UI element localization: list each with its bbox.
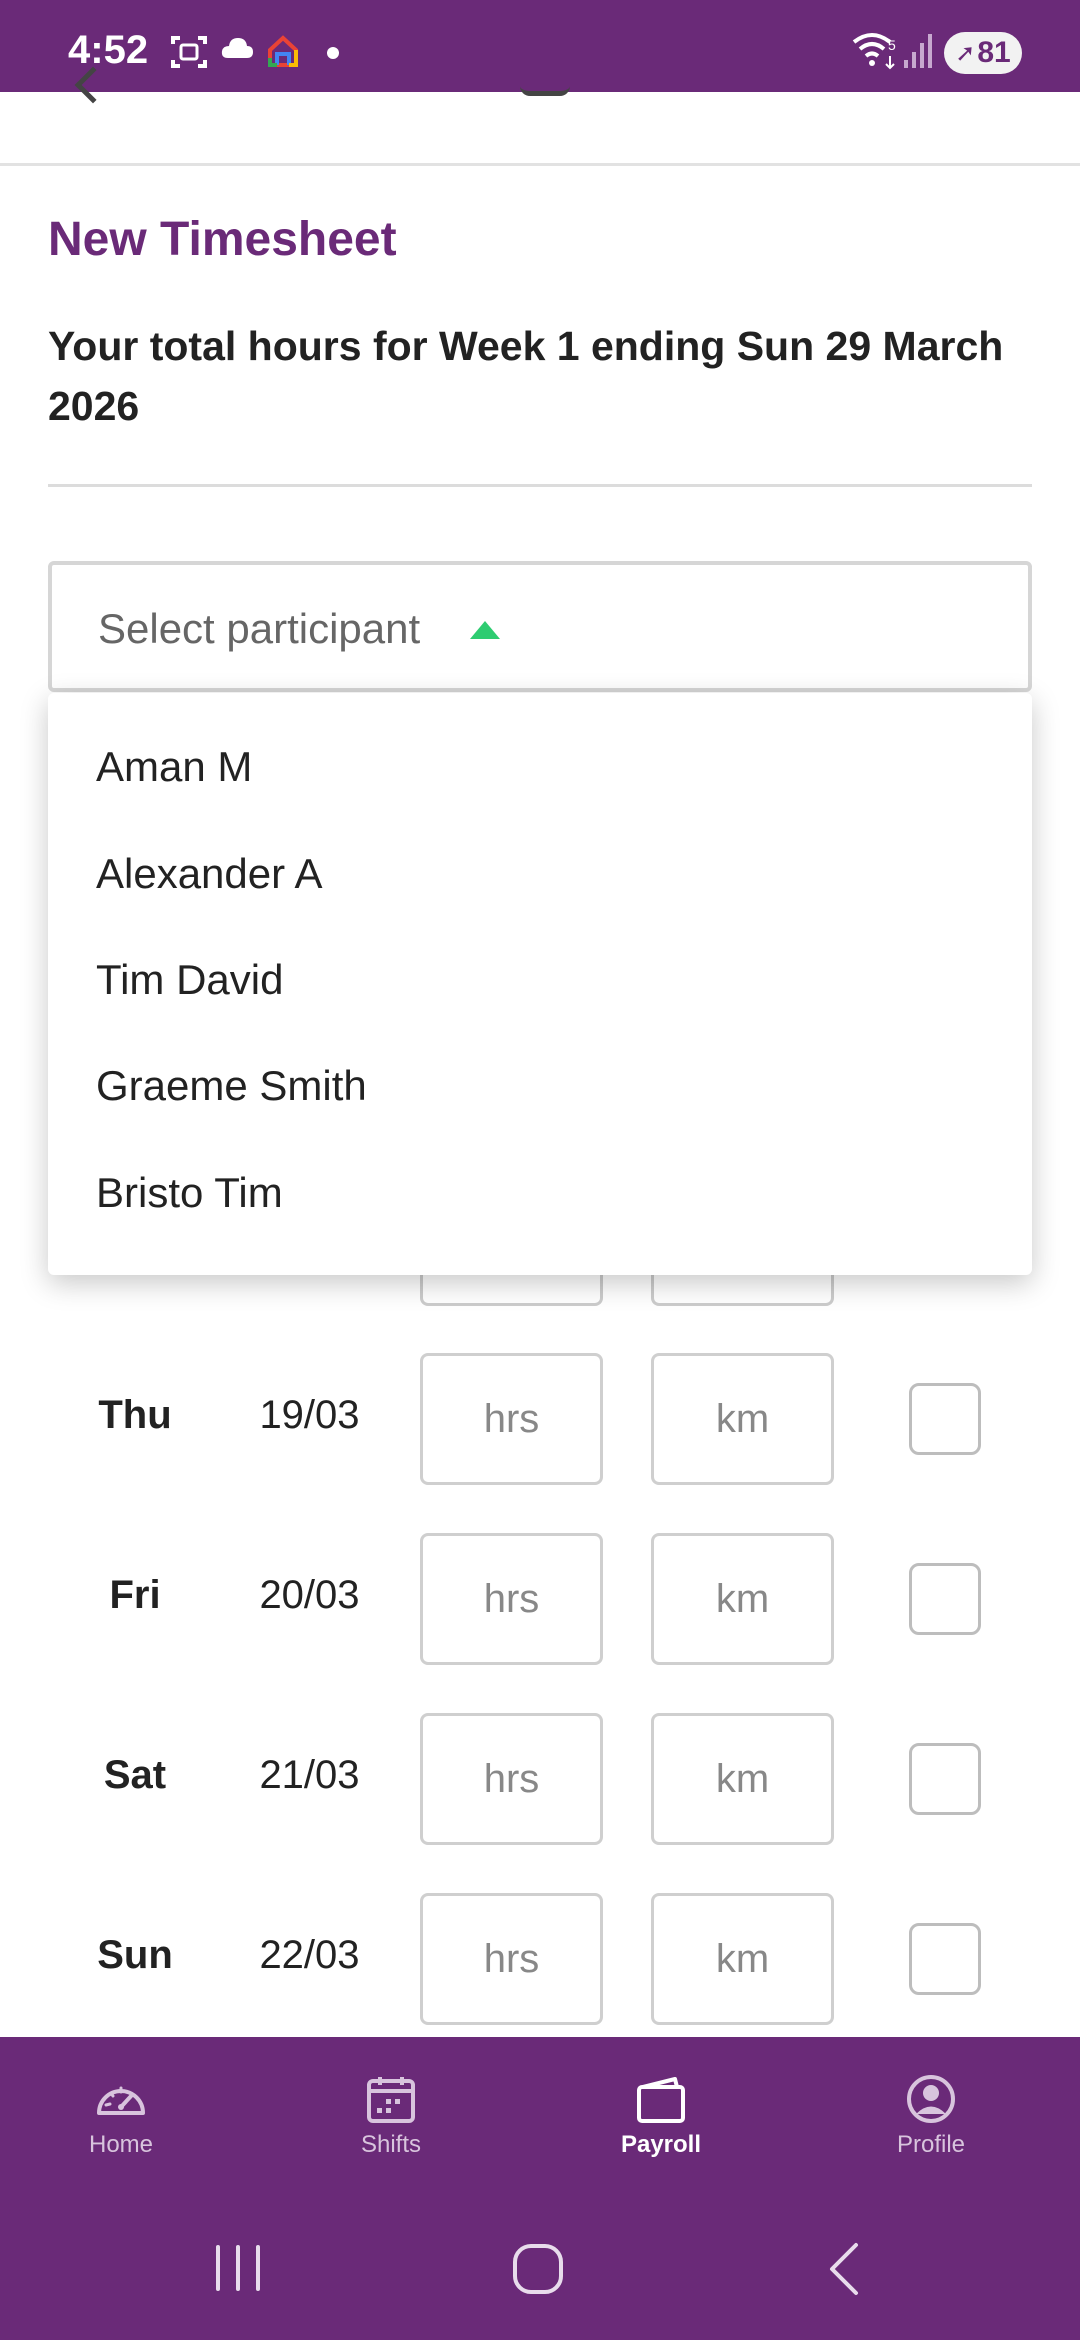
day-row: Sat 21/03 hrs km	[0, 1713, 1080, 1845]
wifi-icon: 5	[852, 33, 896, 70]
cloud-icon	[221, 38, 253, 58]
day-name: Sun	[97, 1933, 173, 1977]
hrs-input[interactable]: hrs	[420, 1713, 603, 1845]
select-placeholder: Select participant	[98, 605, 421, 652]
battery-level: 81	[977, 36, 1011, 69]
speedometer-icon	[97, 2086, 145, 2115]
km-input[interactable]: km	[651, 1713, 834, 1845]
calendar-icon	[367, 2077, 415, 2123]
participant-option[interactable]: Aman M	[96, 743, 252, 791]
nav-home[interactable]: Home	[11, 2075, 231, 2185]
day-date: 19/03	[259, 1393, 360, 1437]
participant-select[interactable]: Select participant	[48, 561, 1032, 692]
caret-up-icon	[470, 621, 500, 639]
participant-option[interactable]: Tim David	[96, 956, 283, 1004]
nav-label: Profile	[896, 2131, 966, 2158]
nav-label: Shifts	[360, 2131, 422, 2158]
battery-icon: ➚ 81	[944, 32, 1022, 74]
system-nav-bar	[0, 2197, 1080, 2340]
day-checkbox[interactable]	[909, 1383, 981, 1455]
participant-option[interactable]: Bristo Tim	[96, 1169, 283, 1217]
signal-icon	[904, 34, 932, 68]
km-input[interactable]: km	[651, 1353, 834, 1485]
hrs-input[interactable]: hrs	[420, 1533, 603, 1665]
home-button-icon[interactable]	[510, 2241, 566, 2297]
nav-label: Payroll	[620, 2131, 702, 2158]
recent-apps-icon[interactable]	[210, 2241, 266, 2295]
bottom-nav: Home Shifts Payroll Profile	[0, 2037, 1080, 2197]
page-title-fragment	[520, 80, 570, 96]
day-name: Sat	[103, 1753, 167, 1797]
section-title: New Timesheet	[48, 213, 397, 266]
dot-icon	[327, 47, 339, 59]
home-app-icon	[268, 35, 298, 67]
nav-profile[interactable]: Profile	[821, 2075, 1041, 2185]
day-checkbox[interactable]	[909, 1923, 981, 1995]
wallet-icon	[637, 2077, 685, 2123]
back-icon[interactable]	[822, 2241, 866, 2297]
day-date: 21/03	[259, 1753, 360, 1797]
participant-option[interactable]: Alexander A	[96, 850, 323, 898]
day-row: Sun 22/03 hrs km	[0, 1893, 1080, 2025]
status-bar: 4:52 5 ➚ 81	[0, 0, 1080, 92]
divider	[48, 484, 1032, 487]
km-input[interactable]: km	[651, 1893, 834, 2025]
participant-dropdown: Aman M Alexander A Tim David Graeme Smit…	[48, 693, 1032, 1275]
day-date: 22/03	[259, 1933, 360, 1977]
hrs-input[interactable]: hrs	[420, 1353, 603, 1485]
participant-option[interactable]: Graeme Smith	[96, 1062, 367, 1110]
day-row: Fri 20/03 hrs km	[0, 1533, 1080, 1665]
day-date: 20/03	[259, 1573, 360, 1617]
svg-text:5: 5	[888, 37, 896, 53]
screenshot-icon	[171, 36, 207, 68]
km-input[interactable]: km	[651, 1533, 834, 1665]
nav-payroll[interactable]: Payroll	[551, 2075, 771, 2185]
day-checkbox[interactable]	[909, 1743, 981, 1815]
day-checkbox[interactable]	[909, 1563, 981, 1635]
status-time: 4:52	[68, 28, 149, 72]
nav-label: Home	[88, 2131, 154, 2158]
nav-shifts[interactable]: Shifts	[281, 2075, 501, 2185]
day-row: Thu 19/03 hrs km	[0, 1353, 1080, 1485]
page-header	[0, 66, 1080, 166]
profile-icon	[907, 2075, 955, 2123]
total-hours-text: Your total hours for Week 1 ending Sun 2…	[48, 323, 1004, 429]
day-name: Thu	[98, 1393, 172, 1437]
day-name: Fri	[109, 1573, 161, 1617]
hrs-input[interactable]: hrs	[420, 1893, 603, 2025]
